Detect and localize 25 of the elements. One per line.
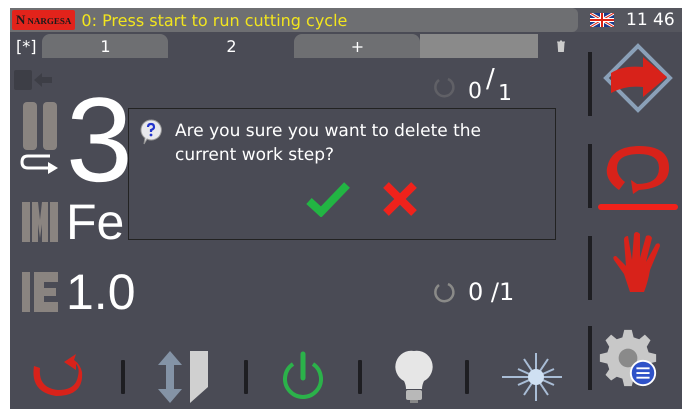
logo: N NARGESA (12, 10, 76, 30)
field-value: 1.0 (66, 264, 136, 320)
question-icon (139, 119, 163, 145)
counter-value: 0 /1 (468, 278, 514, 306)
trash-icon[interactable] (556, 40, 566, 52)
field-value: 3 (66, 92, 133, 188)
settings-icon[interactable] (598, 328, 658, 388)
field-value: Fe (66, 194, 124, 250)
cancel-close-icon[interactable] (382, 181, 418, 217)
thickness-icon[interactable] (20, 270, 60, 314)
counter-total: 1 (498, 81, 512, 106)
step-marker: [*] (16, 36, 36, 56)
clock-time: 11 46 (626, 10, 675, 30)
counter-value: 0 (468, 79, 482, 104)
status-message: 0: Press start to run cutting cycle (81, 10, 348, 30)
light-bulb-icon[interactable] (394, 349, 434, 405)
material-icon[interactable] (20, 200, 60, 244)
step-tab[interactable]: 1 (42, 34, 168, 58)
dialog-message: Are you sure you want to delete the current work step? (175, 120, 482, 167)
confirm-check-icon[interactable] (306, 181, 350, 217)
start-arrow-icon[interactable] (603, 43, 673, 113)
step-tab[interactable]: + (294, 34, 420, 58)
refresh-icon (432, 280, 456, 304)
flag-icon[interactable] (590, 13, 614, 27)
counter-slash: / (486, 64, 495, 94)
